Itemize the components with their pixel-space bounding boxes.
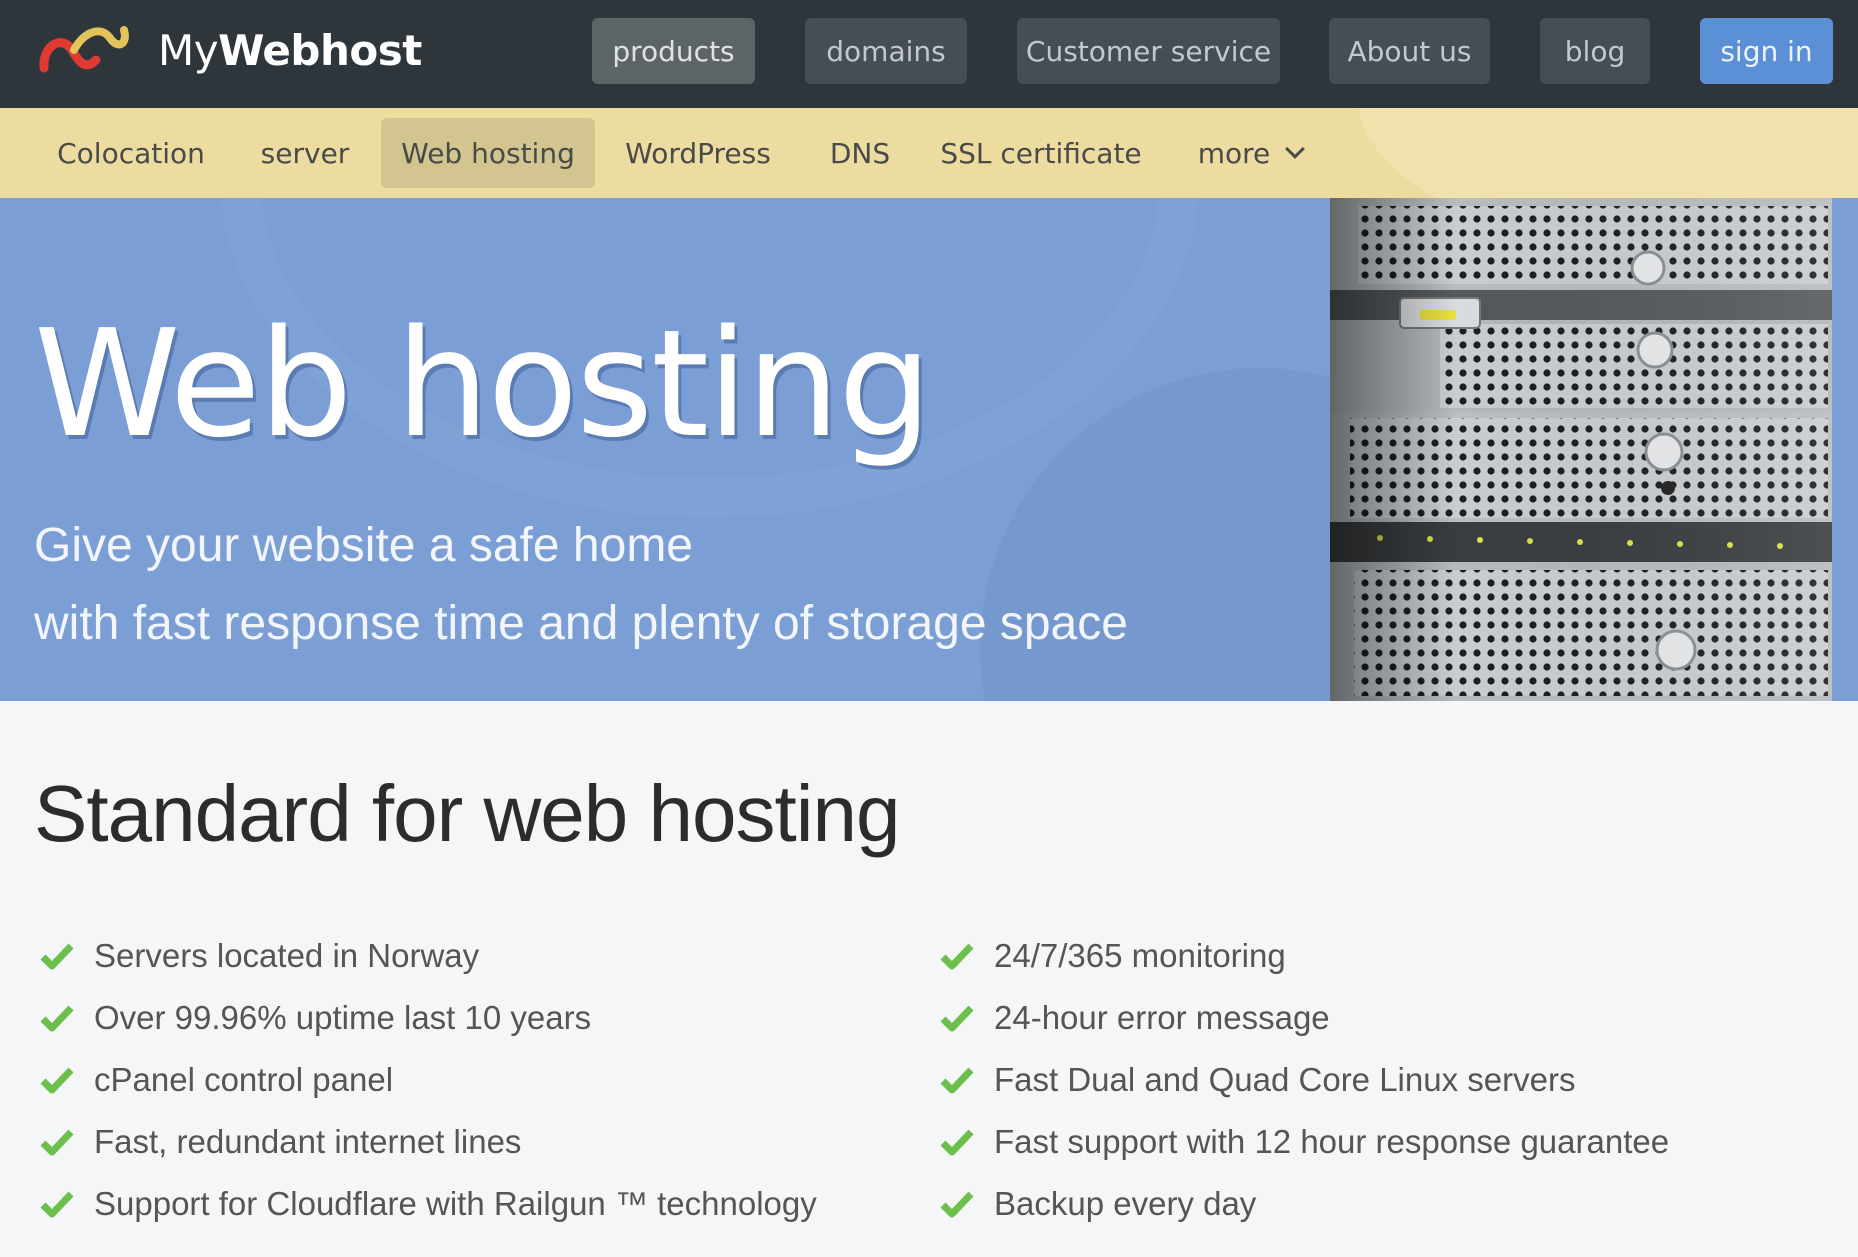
subnav-colocation[interactable]: Colocation: [38, 118, 224, 188]
feature-text: Support for Cloudflare with Railgun ™ te…: [94, 1185, 817, 1222]
checkmark-icon: [940, 1005, 974, 1032]
server-rack-image: [1330, 198, 1832, 701]
list-item: cPanel control panel: [40, 1049, 817, 1111]
checkmark-icon: [940, 1191, 974, 1218]
list-item: Fast Dual and Quad Core Linux servers: [940, 1049, 1669, 1111]
list-item: Fast support with 12 hour response guara…: [940, 1111, 1669, 1173]
brand-name: MyWebhost: [158, 25, 422, 75]
more-label: more: [1197, 136, 1271, 170]
product-subnav: Colocation server Web hosting WordPress …: [0, 108, 1858, 198]
subnav-dns[interactable]: DNS: [810, 118, 910, 188]
list-item: 24-hour error message: [940, 987, 1669, 1049]
list-item: Fast, redundant internet lines: [40, 1111, 817, 1173]
subnav-decoration: [1358, 108, 1858, 198]
checkmark-icon: [40, 1005, 74, 1032]
logo-icon: [39, 26, 129, 73]
checkmark-icon: [40, 943, 74, 970]
checkmark-icon: [40, 1067, 74, 1094]
feature-text: Fast support with 12 hour response guara…: [994, 1123, 1670, 1160]
feature-text: Over 99.96% uptime last 10 years: [94, 999, 592, 1036]
subnav-ssl-certificate[interactable]: SSL certificate: [940, 118, 1142, 188]
feature-list-right: 24/7/365 monitoring 24-hour error messag…: [940, 925, 1669, 1235]
hero-subtitle-line1: Give your website a safe home: [34, 519, 693, 572]
feature-text: Fast Dual and Quad Core Linux servers: [994, 1061, 1576, 1098]
sign-in-button[interactable]: sign in: [1700, 18, 1833, 84]
checkmark-icon: [940, 1067, 974, 1094]
feature-text: cPanel control panel: [94, 1061, 394, 1098]
hero-title: Web hosting: [34, 298, 932, 470]
list-item: 24/7/365 monitoring: [940, 925, 1669, 987]
list-item: Over 99.96% uptime last 10 years: [40, 987, 817, 1049]
subnav-more-dropdown[interactable]: more: [1180, 118, 1320, 188]
hero-banner: Web hosting Give your website a safe hom…: [0, 198, 1858, 701]
top-navigation-bar: MyWebhost products domains Customer serv…: [0, 0, 1858, 108]
subnav-web-hosting[interactable]: Web hosting: [381, 118, 595, 188]
brand-logo[interactable]: MyWebhost: [36, 20, 422, 80]
features-heading: Standard for web hosting: [34, 769, 900, 858]
topnav-blog[interactable]: blog: [1540, 18, 1650, 84]
checkmark-icon: [40, 1191, 74, 1218]
feature-text: 24-hour error message: [994, 999, 1330, 1036]
topnav-customer-service[interactable]: Customer service: [1017, 18, 1280, 84]
subnav-wordpress[interactable]: WordPress: [612, 118, 784, 188]
list-item: Servers located in Norway: [40, 925, 817, 987]
feature-list-left: Servers located in Norway Over 99.96% up…: [40, 925, 817, 1235]
checkmark-icon: [940, 1129, 974, 1156]
checkmark-icon: [40, 1129, 74, 1156]
feature-text: Backup every day: [994, 1185, 1257, 1222]
feature-text: 24/7/365 monitoring: [994, 937, 1286, 974]
feature-text: Servers located in Norway: [94, 937, 480, 974]
topnav-domains[interactable]: domains: [805, 18, 967, 84]
chevron-down-icon: [1285, 139, 1306, 159]
topnav-about-us[interactable]: About us: [1329, 18, 1490, 84]
hero-subtitle-line2: with fast response time and plenty of st…: [34, 597, 1128, 650]
checkmark-icon: [940, 943, 974, 970]
list-item: Backup every day: [940, 1173, 1669, 1235]
feature-text: Fast, redundant internet lines: [94, 1123, 522, 1160]
topnav-products[interactable]: products: [592, 18, 755, 84]
subnav-server[interactable]: server: [240, 118, 370, 188]
list-item: Support for Cloudflare with Railgun ™ te…: [40, 1173, 817, 1235]
